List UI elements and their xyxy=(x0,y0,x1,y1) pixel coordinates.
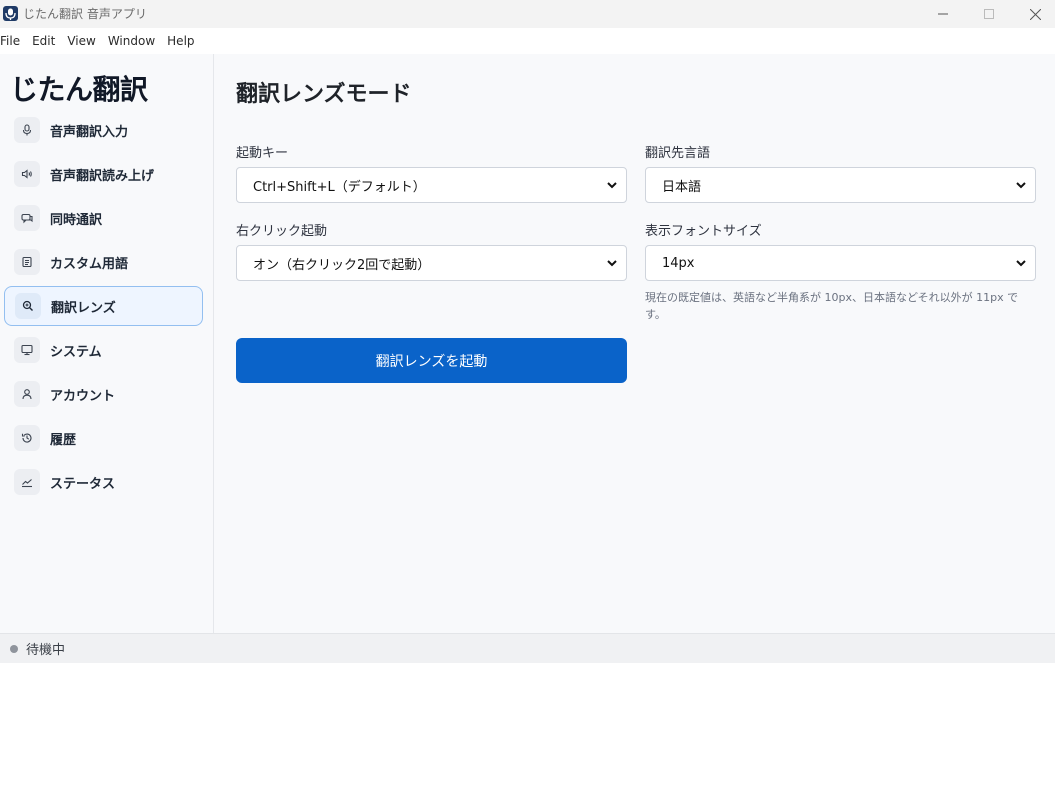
user-icon xyxy=(14,381,40,407)
launch-key-value: Ctrl+Shift+L（デフォルト） xyxy=(253,179,426,195)
sidebar-item-translation-lens[interactable]: 翻訳レンズ xyxy=(4,286,203,326)
sidebar-item-label: 音声翻訳入力 xyxy=(50,124,129,140)
sidebar-item-label: 同時通訳 xyxy=(50,212,103,228)
minimize-button[interactable] xyxy=(920,0,966,28)
monitor-icon xyxy=(14,337,40,363)
sidebar-item-account[interactable]: アカウント xyxy=(4,374,203,414)
title-bar: じたん翻訳 音声アプリ xyxy=(0,0,1055,28)
app-icon xyxy=(3,6,18,21)
sidebar-item-status[interactable]: ステータス xyxy=(4,462,203,502)
right-click-value: オン（右クリック2回で起動） xyxy=(253,257,431,273)
target-language-label: 翻訳先言語 xyxy=(645,146,711,161)
brand-logo: じたん翻訳 xyxy=(10,73,148,106)
chart-line-icon xyxy=(14,469,40,495)
close-button[interactable] xyxy=(1012,0,1055,28)
close-icon xyxy=(1029,8,1041,20)
status-text: 待機中 xyxy=(26,643,66,658)
sidebar-item-label: アカウント xyxy=(50,388,116,404)
launch-lens-button[interactable]: 翻訳レンズを起動 xyxy=(236,338,627,383)
sidebar-item-voice-input[interactable]: 音声翻訳入力 xyxy=(4,110,203,150)
sidebar-item-simultaneous[interactable]: 同時通訳 xyxy=(4,198,203,238)
history-icon xyxy=(14,425,40,451)
font-size-label: 表示フォントサイズ xyxy=(645,224,762,239)
chevron-down-icon xyxy=(607,260,617,267)
menu-edit[interactable]: Edit xyxy=(32,34,61,48)
speaker-icon xyxy=(14,161,40,187)
sidebar-item-system[interactable]: システム xyxy=(4,330,203,370)
right-click-select[interactable]: オン（右クリック2回で起動） xyxy=(236,245,627,281)
sidebar-item-label: 翻訳レンズ xyxy=(51,300,116,316)
sidebar-item-custom-terms[interactable]: カスタム用語 xyxy=(4,242,203,282)
sidebar-item-label: 音声翻訳読み上げ xyxy=(50,168,155,184)
target-language-select[interactable]: 日本語 xyxy=(645,167,1036,203)
menu-file[interactable]: File xyxy=(0,34,26,48)
main-panel: 翻訳レンズモード 起動キー Ctrl+Shift+L（デフォルト） 翻訳先言語 … xyxy=(214,54,1055,633)
status-indicator-icon xyxy=(10,644,18,653)
maximize-icon xyxy=(984,9,994,19)
sidebar-item-label: ステータス xyxy=(50,476,116,492)
right-click-label: 右クリック起動 xyxy=(236,224,328,239)
sidebar-item-history[interactable]: 履歴 xyxy=(4,418,203,458)
document-icon xyxy=(14,249,40,275)
chat-icon xyxy=(14,205,40,231)
font-size-value: 14px xyxy=(662,255,695,271)
chevron-down-icon xyxy=(1016,260,1026,267)
chevron-down-icon xyxy=(1016,182,1026,189)
launch-key-label: 起動キー xyxy=(236,146,289,161)
chevron-down-icon xyxy=(607,182,617,189)
menu-help[interactable]: Help xyxy=(167,34,200,48)
font-size-select[interactable]: 14px xyxy=(645,245,1036,281)
target-language-value: 日本語 xyxy=(662,179,702,195)
status-bar: 待機中 xyxy=(0,633,1055,663)
sidebar-nav: 音声翻訳入力 音声翻訳読み上げ 同時通訳 カスタム用語 翻訳レンズ システム ア… xyxy=(4,110,203,506)
font-size-hint: 現在の既定値は、英語など半角系が 10px、日本語などそれ以外が 11px です… xyxy=(645,291,1019,321)
maximize-button[interactable] xyxy=(966,0,1012,28)
zoom-lens-icon xyxy=(15,293,41,319)
window-title: じたん翻訳 音声アプリ xyxy=(23,7,147,21)
minimize-icon xyxy=(938,13,948,15)
launch-key-select[interactable]: Ctrl+Shift+L（デフォルト） xyxy=(236,167,627,203)
sidebar-item-label: カスタム用語 xyxy=(50,256,129,272)
sidebar-item-voice-readout[interactable]: 音声翻訳読み上げ xyxy=(4,154,203,194)
menu-bar: File Edit View Window Help xyxy=(0,28,1055,54)
page-title: 翻訳レンズモード xyxy=(236,82,412,107)
menu-view[interactable]: View xyxy=(67,34,101,48)
microphone-icon xyxy=(14,117,40,143)
sidebar-item-label: 履歴 xyxy=(50,432,77,448)
sidebar: じたん翻訳 音声翻訳入力 音声翻訳読み上げ 同時通訳 カスタム用語 翻訳レンズ … xyxy=(0,54,214,633)
menu-window[interactable]: Window xyxy=(108,34,161,48)
sidebar-item-label: システム xyxy=(50,344,102,360)
